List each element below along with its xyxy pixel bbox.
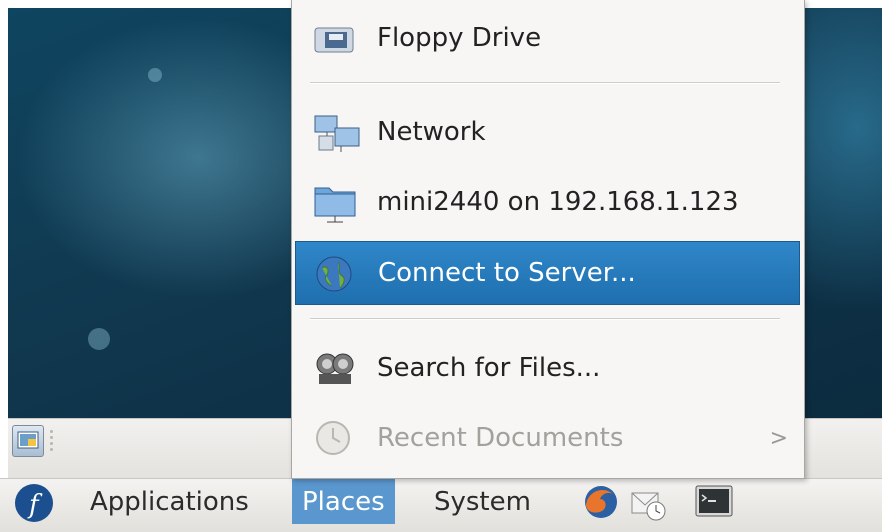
network-share-folder-icon bbox=[314, 187, 356, 223]
system-menu-label: System bbox=[434, 486, 531, 517]
floppy-drive-icon bbox=[314, 27, 354, 53]
top-panel: f Applications Places System bbox=[0, 478, 882, 532]
show-desktop-icon bbox=[17, 431, 39, 449]
menu-item-network[interactable]: Network bbox=[295, 100, 800, 164]
menu-item-label: Connect to Server... bbox=[378, 258, 636, 288]
menu-separator bbox=[310, 318, 780, 320]
places-menu-label: Places bbox=[302, 486, 385, 517]
firefox-icon[interactable] bbox=[582, 483, 620, 521]
applications-menu-button[interactable]: Applications bbox=[80, 479, 259, 524]
menu-item-label: Floppy Drive bbox=[377, 23, 542, 53]
applications-menu-label: Applications bbox=[90, 486, 249, 517]
menu-item-label: mini2440 on 192.168.1.123 bbox=[377, 187, 739, 217]
fedora-logo-icon[interactable]: f bbox=[14, 483, 54, 523]
evolution-mail-icon[interactable] bbox=[628, 483, 668, 523]
places-menu: Floppy Drive Network mini2440 on 192.168… bbox=[291, 0, 805, 479]
terminal-icon[interactable] bbox=[694, 483, 734, 521]
recent-documents-icon bbox=[316, 421, 350, 455]
search-files-icon bbox=[316, 353, 354, 384]
show-desktop-button[interactable] bbox=[12, 425, 44, 457]
menu-item-network-share[interactable]: mini2440 on 192.168.1.123 bbox=[295, 170, 800, 234]
places-menu-button[interactable]: Places bbox=[292, 479, 395, 524]
menu-item-label: Network bbox=[377, 117, 486, 147]
system-menu-button[interactable]: System bbox=[424, 479, 541, 524]
panel-drag-handle[interactable] bbox=[50, 427, 56, 453]
menu-item-label: Search for Files... bbox=[377, 353, 601, 383]
menu-item-connect-to-server[interactable]: Connect to Server... bbox=[295, 241, 800, 305]
wallpaper-bokeh bbox=[148, 68, 162, 82]
wallpaper-bokeh bbox=[88, 328, 110, 350]
menu-item-recent-documents[interactable]: Recent Documents > bbox=[295, 406, 800, 470]
menu-item-search-for-files[interactable]: Search for Files... bbox=[295, 336, 800, 400]
connect-server-icon bbox=[316, 256, 352, 292]
menu-separator bbox=[310, 82, 780, 84]
menu-item-floppy-drive[interactable]: Floppy Drive bbox=[295, 6, 800, 70]
submenu-arrow-icon: > bbox=[769, 425, 788, 451]
menu-item-label: Recent Documents bbox=[377, 423, 624, 453]
network-icon bbox=[314, 115, 360, 152]
